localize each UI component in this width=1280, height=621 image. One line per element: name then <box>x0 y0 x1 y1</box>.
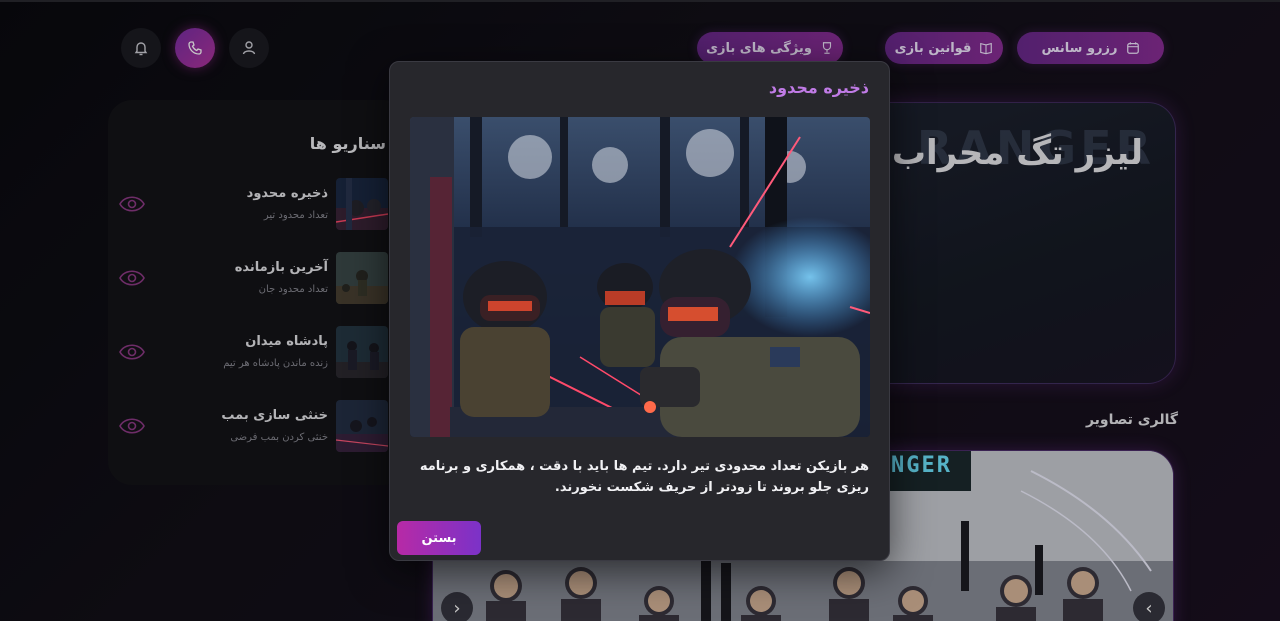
modal-title: ذخیره محدود <box>768 78 869 97</box>
close-button[interactable]: بستن <box>397 521 481 555</box>
scenario-modal: ذخیره محدود هر بازیکن تعداد محدودی تیر د… <box>389 61 890 561</box>
page: رزرو سانس قوانین بازی ویژگی های بازی سنا… <box>0 0 1280 621</box>
modal-image <box>410 117 870 437</box>
modal-description: هر بازیکن تعداد محدودی تیر دارد. تیم ها … <box>419 459 869 495</box>
